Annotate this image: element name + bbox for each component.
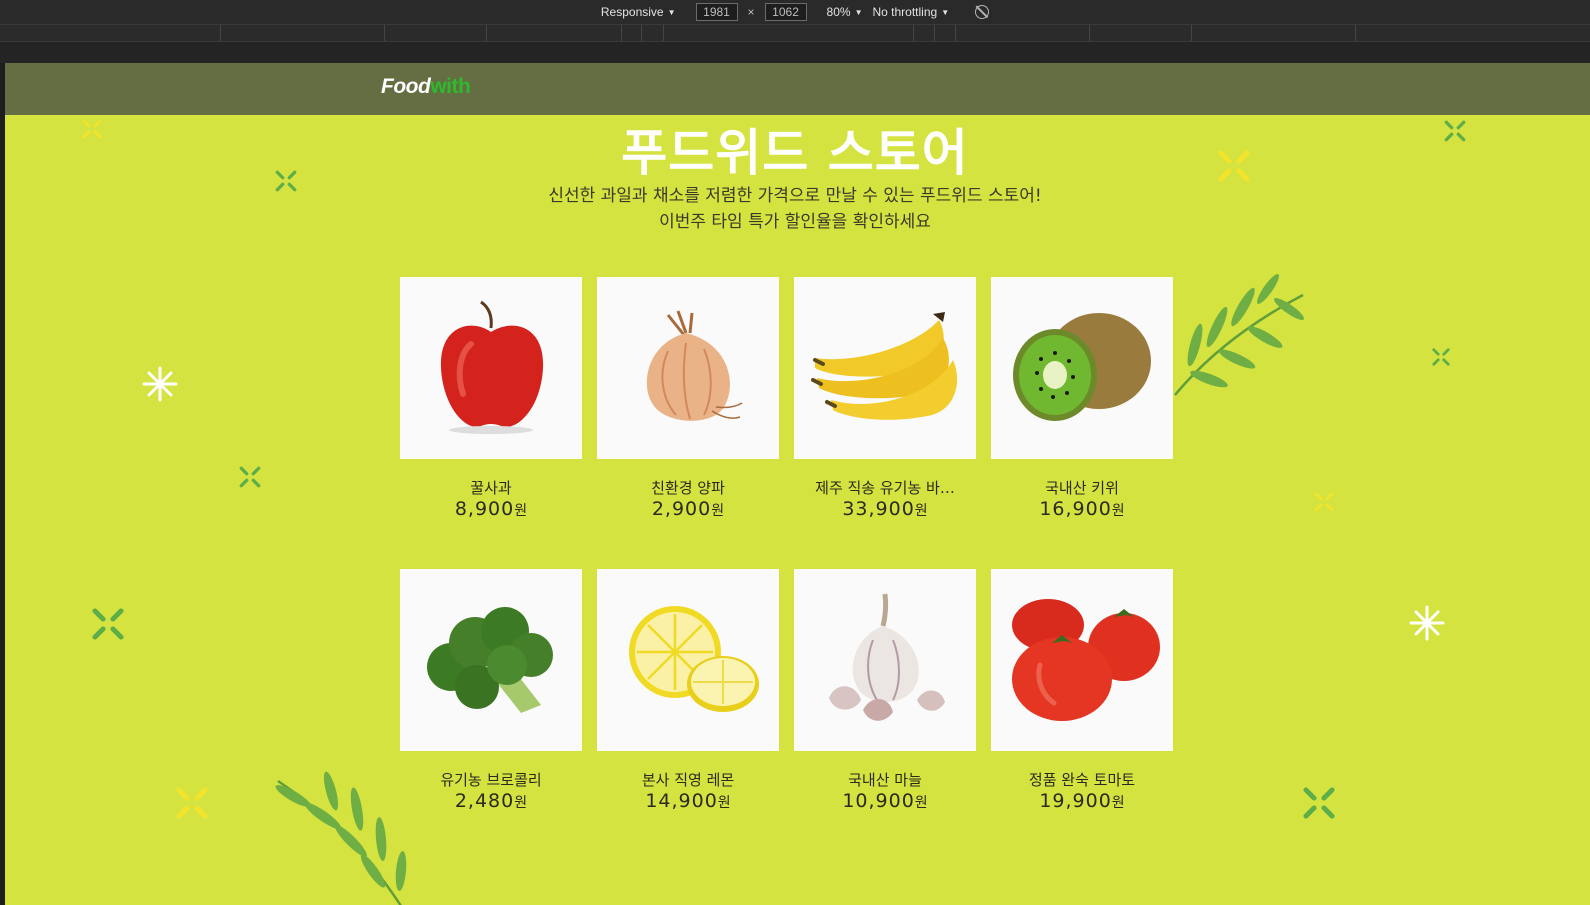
onion-icon: [646, 310, 743, 421]
product-image[interactable]: [597, 277, 779, 459]
product-name[interactable]: 꿀사과: [400, 478, 582, 498]
product-image[interactable]: [400, 277, 582, 459]
sparkle-icon: [239, 466, 261, 488]
subtitle-line-2: 이번주 타임 특가 할인율을 확인하세요: [659, 212, 931, 232]
height-input[interactable]: 1062: [764, 3, 807, 21]
product-card-tomato[interactable]: 정품 완숙 토마토 19,900원: [991, 569, 1173, 814]
product-image[interactable]: [991, 569, 1173, 751]
caret-down-icon: ▼: [854, 7, 863, 17]
sparkle-icon: [1432, 348, 1450, 366]
devtools-device-toolbar: Responsive ▼ 1981 × 1062 80% ▼ No thrott…: [0, 0, 1590, 24]
banana-icon: [810, 312, 957, 420]
product-price: 10,900원: [842, 790, 928, 812]
throttling-dropdown[interactable]: No throttling ▼: [872, 5, 949, 19]
product-name[interactable]: 제주 직송 유기농 바…: [794, 478, 976, 498]
subtitle-line-1: 신선한 과일과 채소를 저렴한 가격으로 만날 수 있는 푸드위드 스토어!: [548, 186, 1042, 206]
device-dropdown[interactable]: Responsive ▼: [601, 5, 676, 19]
leaf-branch-icon: [1174, 274, 1304, 396]
product-name[interactable]: 정품 완숙 토마토: [991, 770, 1173, 790]
apple-icon: [440, 300, 544, 434]
sparkle-icon: [1314, 492, 1334, 512]
viewport-margin: [0, 42, 1590, 63]
sparkle-icon: [176, 787, 208, 819]
device-label: Responsive: [600, 5, 664, 19]
times-sign: ×: [747, 5, 755, 19]
product-price: 2,900원: [651, 498, 725, 520]
product-card-kiwi[interactable]: 국내산 키위 16,900원: [991, 277, 1173, 522]
product-card-broccoli[interactable]: 유기농 브로콜리 2,480원: [400, 569, 582, 814]
product-image[interactable]: [794, 569, 976, 751]
sparkle-icon: [92, 608, 124, 640]
product-image[interactable]: [400, 569, 582, 751]
product-card-onion[interactable]: 친환경 양파 2,900원: [597, 277, 779, 522]
broccoli-icon: [427, 607, 553, 713]
caret-down-icon: ▼: [667, 7, 676, 17]
product-price: 2,480원: [454, 790, 528, 812]
product-name[interactable]: 친환경 양파: [597, 478, 779, 498]
product-card-banana[interactable]: 제주 직송 유기농 바… 33,900원: [794, 277, 976, 522]
product-name[interactable]: 유기농 브로콜리: [400, 770, 582, 790]
lemon-icon: [629, 606, 759, 712]
product-name[interactable]: 본사 직영 레몬: [597, 770, 779, 790]
product-name[interactable]: 국내산 키위: [991, 478, 1173, 498]
page-viewport: Foodwith 푸드위드 스토어 신선한 과일과 채소를 저렴한 가격으로 만…: [5, 63, 1590, 905]
page-subtitle: 신선한 과일과 채소를 저렴한 가격으로 만날 수 있는 푸드위드 스토어! 이…: [5, 183, 1585, 235]
product-card-apple[interactable]: 꿀사과 8,900원: [400, 277, 582, 522]
product-card-lemon[interactable]: 본사 직영 레몬 14,900원: [597, 569, 779, 814]
caret-down-icon: ▼: [941, 7, 950, 17]
zoom-label: 80%: [826, 5, 851, 19]
zoom-dropdown[interactable]: 80% ▼: [827, 5, 863, 19]
star-icon: [142, 366, 178, 402]
media-query-ruler: [0, 24, 1590, 42]
product-card-garlic[interactable]: 국내산 마늘 10,900원: [794, 569, 976, 814]
kiwi-icon: [1013, 313, 1151, 421]
product-price: 16,900원: [1039, 498, 1125, 520]
product-price: 8,900원: [454, 498, 528, 520]
product-price: 19,900원: [1039, 790, 1125, 812]
throttling-label: No throttling: [872, 5, 938, 19]
logo-with-text: with: [430, 75, 471, 98]
product-name[interactable]: 국내산 마늘: [794, 770, 976, 790]
top-navigation: Foodwith: [5, 63, 1590, 115]
sparkle-icon: [1303, 787, 1335, 819]
logo-food-text: Food: [381, 75, 431, 98]
product-image[interactable]: [794, 277, 976, 459]
foodwith-logo[interactable]: Foodwith: [381, 75, 471, 99]
tomato-icon: [1012, 599, 1160, 721]
product-image[interactable]: [597, 569, 779, 751]
product-price: 14,900원: [645, 790, 731, 812]
product-price: 33,900원: [842, 498, 928, 520]
star-icon: [1409, 605, 1445, 641]
page-title: 푸드위드 스토어: [621, 124, 969, 182]
product-image[interactable]: [991, 277, 1173, 459]
rotate-disabled-icon[interactable]: [975, 5, 990, 19]
width-input[interactable]: 1981: [695, 3, 738, 21]
garlic-icon: [829, 593, 945, 721]
